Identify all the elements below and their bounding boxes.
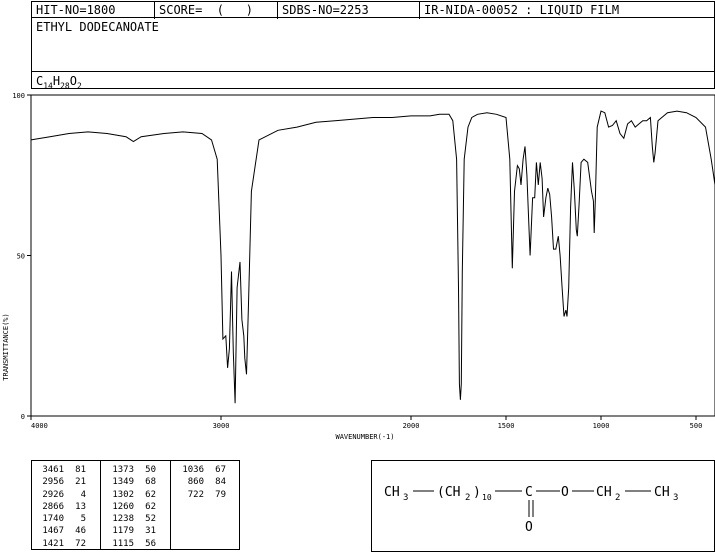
peak-transmittance: 81 — [75, 465, 86, 475]
peak-transmittance: 50 — [145, 465, 156, 475]
peak-transmittance: 5 — [80, 514, 86, 525]
peak-wavenumber: 1740 — [42, 514, 64, 525]
peak-wavenumber: 860 — [187, 477, 204, 488]
spectrum-line — [30, 110, 715, 404]
plot-frame — [30, 94, 715, 417]
formula-box: C14H28O2 — [31, 71, 715, 90]
peak-transmittance: 72 — [75, 538, 86, 549]
x-tick-label: 1000 — [593, 422, 610, 430]
peak-transmittance: 67 — [215, 465, 226, 475]
peak-transmittance: 21 — [75, 477, 86, 488]
peak-wavenumber: 1238 — [112, 514, 134, 525]
peak-wavenumber: 3461 — [42, 465, 64, 475]
peak-transmittance: 84 — [215, 477, 226, 488]
ch2-ethyl: CH — [596, 485, 612, 500]
peak-row: 2926 4 — [36, 489, 96, 501]
peak-column-1: 3461 81 2956 21 2926 4 2866 13 1740 5 1467 46 1421 72 — [36, 464, 96, 550]
peak-wavenumber: 2866 — [42, 501, 64, 512]
peak-transmittance: 13 — [75, 501, 86, 512]
y-tick-label: 100 — [12, 92, 25, 100]
peak-table-divider — [100, 461, 101, 549]
ester-oxygen: O — [561, 485, 569, 500]
peak-row: 1740 5 — [36, 513, 96, 525]
ch3-right: CH — [654, 485, 670, 500]
compound-name-box: ETHYL DODECANOATE — [31, 17, 715, 72]
structure-box: CH 3 (CH 2 ) 10 C O CH 2 CH 3 O — [371, 460, 715, 552]
peak-row: 1036 67 — [176, 464, 236, 476]
peak-wavenumber: 2956 — [42, 477, 64, 488]
peak-row: 2866 13 — [36, 501, 96, 513]
peak-wavenumber: 1373 — [112, 465, 134, 475]
y-tick-label: 0 — [21, 413, 25, 421]
ch2-ethyl-sub: 2 — [615, 493, 620, 503]
peak-row: 1115 56 — [106, 538, 166, 550]
peak-row: 860 84 — [176, 476, 236, 488]
peak-row: 1467 46 — [36, 525, 96, 537]
y-axis: 100 50 0 — [12, 92, 31, 421]
peak-row: 1179 31 — [106, 525, 166, 537]
peak-transmittance: 79 — [215, 489, 226, 500]
peak-transmittance: 52 — [145, 514, 156, 525]
x-axis-label: WAVENUMBER(-1) — [335, 433, 394, 441]
peak-transmittance: 56 — [145, 538, 156, 549]
peak-transmittance: 62 — [145, 489, 156, 500]
carbonyl-carbon: C — [525, 485, 533, 500]
peak-row: 3461 81 — [36, 464, 96, 476]
peak-wavenumber: 1421 — [42, 538, 64, 549]
peak-row: 1349 68 — [106, 476, 166, 488]
peak-wavenumber: 1302 — [112, 489, 134, 500]
peak-row: 1260 62 — [106, 501, 166, 513]
peak-table-divider — [170, 461, 171, 549]
ch3-right-sub: 3 — [673, 493, 678, 503]
peak-wavenumber: 1260 — [112, 501, 134, 512]
x-axis: 4000 3000 2000 1500 1000 500 — [30, 416, 703, 430]
x-tick-label: 1500 — [498, 422, 515, 430]
header-bar: HIT-NO=1800 SCORE= ( ) SDBS-NO=2253 IR-N… — [31, 1, 715, 19]
carbonyl-oxygen: O — [525, 520, 533, 535]
ch2-group: (CH — [437, 485, 460, 500]
peak-row: 1373 50 — [106, 464, 166, 476]
peak-wavenumber: 2926 — [42, 489, 64, 500]
peak-transmittance: 4 — [80, 489, 86, 500]
peak-transmittance: 68 — [145, 477, 156, 488]
peak-wavenumber: 1036 — [182, 465, 204, 475]
x-tick-label: 3000 — [213, 422, 230, 430]
peak-row: 722 79 — [176, 489, 236, 501]
peak-table: 3461 81 2956 21 2926 4 2866 13 1740 5 1467 46 1421 72… — [31, 460, 240, 550]
close-paren: ) — [473, 485, 481, 500]
y-tick-label: 50 — [17, 253, 25, 261]
ch3-left: CH — [384, 485, 400, 500]
peak-wavenumber: 1115 — [112, 538, 134, 549]
x-tick-label: 2000 — [403, 422, 420, 430]
peak-transmittance: 31 — [145, 526, 156, 537]
x-tick-label: 4000 — [31, 422, 48, 430]
structure-diagram: CH 3 (CH 2 ) 10 C O CH 2 CH 3 O — [384, 485, 678, 535]
peak-wavenumber: 1467 — [42, 526, 64, 537]
repeat-count: 10 — [482, 493, 492, 502]
ch2-sub: 2 — [465, 493, 470, 503]
peak-transmittance: 62 — [145, 501, 156, 512]
peak-row: 1421 72 — [36, 538, 96, 550]
compound-name: ETHYL DODECANOATE — [36, 20, 159, 34]
peak-row: 1238 52 — [106, 513, 166, 525]
x-tick-label: 500 — [690, 422, 703, 430]
peak-row: 2956 21 — [36, 476, 96, 488]
peak-column-3: 1036 67 860 84 722 79 — [176, 464, 236, 501]
ch3-left-sub: 3 — [403, 493, 408, 503]
peak-row: 1302 62 — [106, 489, 166, 501]
peak-wavenumber: 1179 — [112, 526, 134, 537]
peak-transmittance: 46 — [75, 526, 86, 537]
y-axis-label: TRANSMITTANCE(%) — [2, 313, 10, 380]
peak-wavenumber: 1349 — [112, 477, 134, 488]
peak-wavenumber: 722 — [187, 489, 204, 500]
peak-column-2: 1373 50 1349 68 1302 62 1260 62 1238 52 1179 31 1115… — [106, 464, 166, 550]
